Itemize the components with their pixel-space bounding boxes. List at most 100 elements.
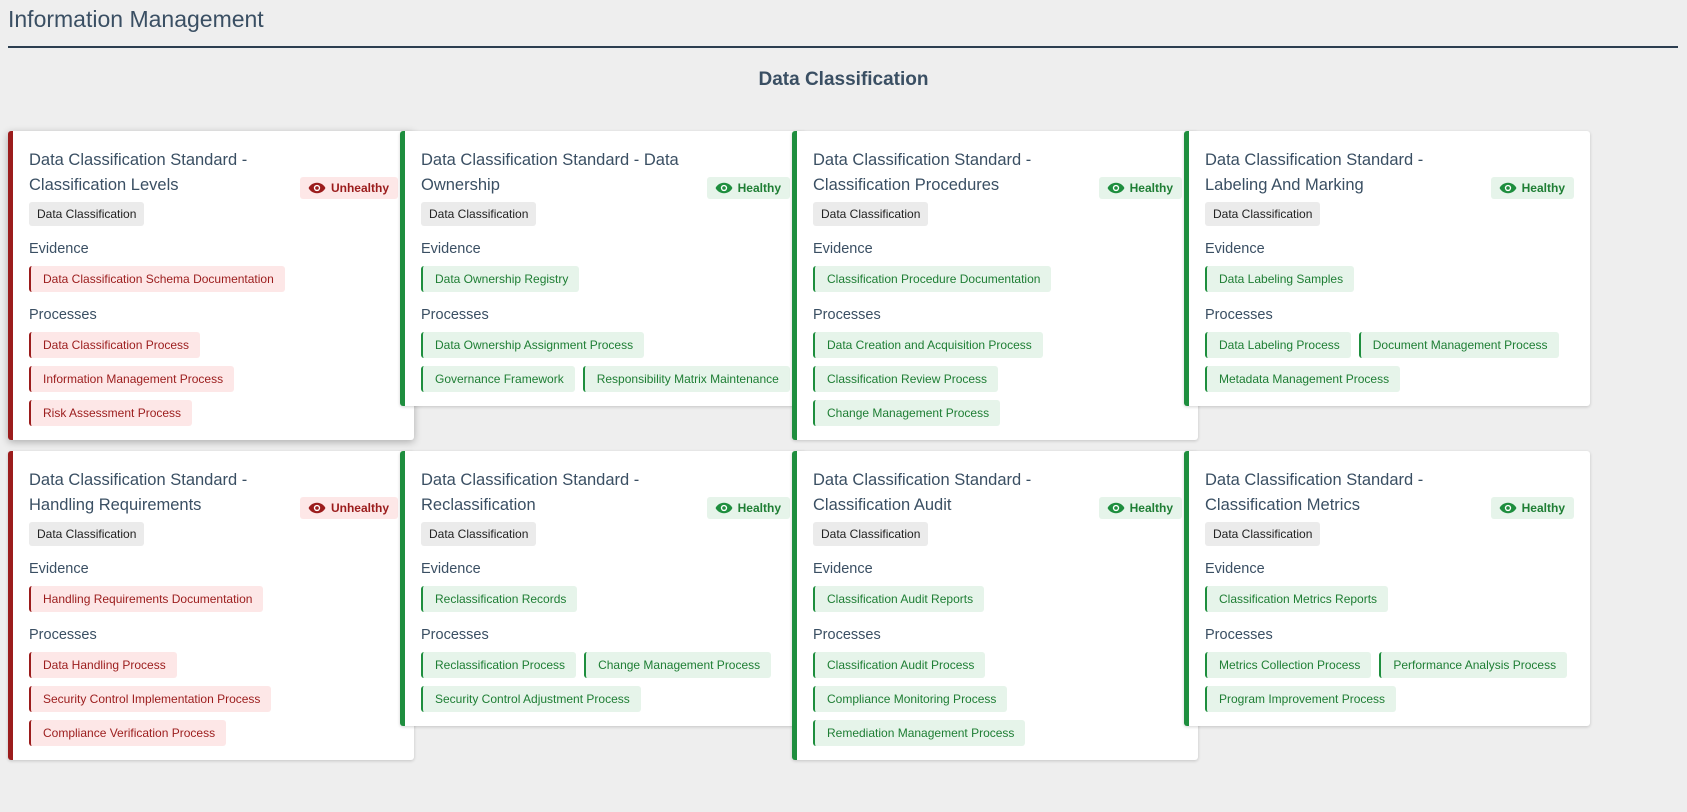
process-list: Data Labeling Process Document Management… [1205,332,1574,392]
process-chip[interactable]: Reclassification Process [421,652,577,678]
processes-label: Processes [813,307,881,323]
process-chip[interactable]: Data Handling Process [29,652,177,678]
eye-icon [308,182,326,194]
card-header: Data Classification Standard - Labeling … [1205,148,1574,199]
evidence-label: Evidence [1205,241,1265,257]
evidence-chip[interactable]: Data Labeling Samples [1205,266,1355,292]
evidence-label: Evidence [421,241,481,257]
process-chip[interactable]: Metrics Collection Process [1205,652,1372,678]
card-title: Data Classification Standard - Handling … [29,471,248,514]
card-title: Data Classification Standard - Classific… [1205,471,1424,514]
evidence-list: Data Labeling Samples [1205,266,1574,292]
status-label: Healthy [1521,501,1565,515]
status-badge[interactable]: Healthy [1098,497,1182,519]
category-tag[interactable]: Data Classification [421,522,537,546]
process-chip[interactable]: Information Management Process [29,366,235,392]
status-badge[interactable]: Healthy [706,497,790,519]
status-badge[interactable]: Healthy [1098,177,1182,199]
process-list: Data Creation and Acquisition Process Cla… [813,332,1182,426]
evidence-label: Evidence [29,241,89,257]
process-chip[interactable]: Program Improvement Process [1205,686,1397,712]
control-card[interactable]: Data Classification Standard - Classific… [8,131,414,440]
control-card[interactable]: Data Classification Standard - Classific… [1184,451,1590,726]
evidence-list: Data Classification Schema Documentation [29,266,398,292]
category-tag[interactable]: Data Classification [813,522,929,546]
evidence-list: Reclassification Records [421,586,790,612]
evidence-list: Classification Metrics Reports [1205,586,1574,612]
eye-icon [715,182,733,194]
card-title: Data Classification Standard - Classific… [813,471,1032,514]
status-label: Healthy [1129,501,1173,515]
evidence-chip[interactable]: Data Ownership Registry [421,266,580,292]
process-chip[interactable]: Data Classification Process [29,332,201,358]
category-tag[interactable]: Data Classification [1205,522,1321,546]
card-header: Data Classification Standard - Classific… [29,148,398,199]
processes-label: Processes [421,307,489,323]
evidence-chip[interactable]: Classification Audit Reports [813,586,985,612]
card-title: Data Classification Standard - Data Owne… [421,151,679,194]
control-card[interactable]: Data Classification Standard - Labeling … [1184,131,1590,406]
evidence-list: Classification Procedure Documentation [813,266,1182,292]
category-tag[interactable]: Data Classification [29,202,145,226]
status-label: Healthy [1521,181,1565,195]
category-tag[interactable]: Data Classification [1205,202,1321,226]
process-chip[interactable]: Compliance Verification Process [29,720,227,746]
status-badge[interactable]: Healthy [706,177,790,199]
process-chip[interactable]: Compliance Monitoring Process [813,686,1008,712]
process-chip[interactable]: Security Control Implementation Process [29,686,272,712]
control-card[interactable]: Data Classification Standard - Classific… [792,451,1198,760]
status-badge[interactable]: Unhealthy [299,177,398,199]
process-chip[interactable]: Performance Analysis Process [1379,652,1568,678]
process-chip[interactable]: Data Labeling Process [1205,332,1351,358]
category-tag[interactable]: Data Classification [421,202,537,226]
status-badge[interactable]: Healthy [1490,497,1574,519]
status-label: Healthy [1129,181,1173,195]
category-tag[interactable]: Data Classification [29,522,145,546]
processes-label: Processes [1205,627,1273,643]
eye-icon [1107,502,1125,514]
page-title: Information Management [8,6,264,32]
process-chip[interactable]: Classification Review Process [813,366,999,392]
process-list: Classification Audit Process Compliance M… [813,652,1182,746]
process-chip[interactable]: Risk Assessment Process [29,400,193,426]
evidence-list: Handling Requirements Documentation [29,586,398,612]
card-title: Data Classification Standard - Classific… [813,151,1032,194]
process-chip[interactable]: Classification Audit Process [813,652,986,678]
control-card[interactable]: Data Classification Standard - Classific… [792,131,1198,440]
status-badge[interactable]: Healthy [1490,177,1574,199]
process-chip[interactable]: Change Management Process [813,400,1001,426]
evidence-label: Evidence [421,561,481,577]
process-chip[interactable]: Metadata Management Process [1205,366,1401,392]
control-card[interactable]: Data Classification Standard - Handling … [8,451,414,760]
process-chip[interactable]: Change Management Process [584,652,772,678]
evidence-label: Evidence [29,561,89,577]
evidence-chip[interactable]: Handling Requirements Documentation [29,586,264,612]
process-chip[interactable]: Data Ownership Assignment Process [421,332,645,358]
status-label: Healthy [737,181,781,195]
category-tag[interactable]: Data Classification [813,202,929,226]
process-chip[interactable]: Remediation Management Process [813,720,1026,746]
process-chip[interactable]: Data Creation and Acquisition Process [813,332,1043,358]
process-chip[interactable]: Document Management Process [1358,332,1559,358]
process-chip[interactable]: Governance Framework [421,366,575,392]
evidence-label: Evidence [1205,561,1265,577]
evidence-chip[interactable]: Reclassification Records [421,586,578,612]
evidence-chip[interactable]: Classification Metrics Reports [1205,586,1389,612]
status-label: Unhealthy [330,501,389,515]
processes-label: Processes [29,627,97,643]
evidence-label: Evidence [813,241,873,257]
eye-icon [715,502,733,514]
evidence-chip[interactable]: Data Classification Schema Documentation [29,266,285,292]
process-chip[interactable]: Responsibility Matrix Maintenance [582,366,790,392]
evidence-chip[interactable]: Classification Procedure Documentation [813,266,1052,292]
status-label: Healthy [737,501,781,515]
processes-label: Processes [1205,307,1273,323]
card-header: Data Classification Standard - Classific… [813,468,1182,519]
card-header: Data Classification Standard - Reclassif… [421,468,790,519]
status-badge[interactable]: Unhealthy [299,497,398,519]
card-header: Data Classification Standard - Handling … [29,468,398,519]
control-card[interactable]: Data Classification Standard - Data Owne… [400,131,806,406]
process-chip[interactable]: Security Control Adjustment Process [421,686,641,712]
evidence-list: Classification Audit Reports [813,586,1182,612]
control-card[interactable]: Data Classification Standard - Reclassif… [400,451,806,726]
